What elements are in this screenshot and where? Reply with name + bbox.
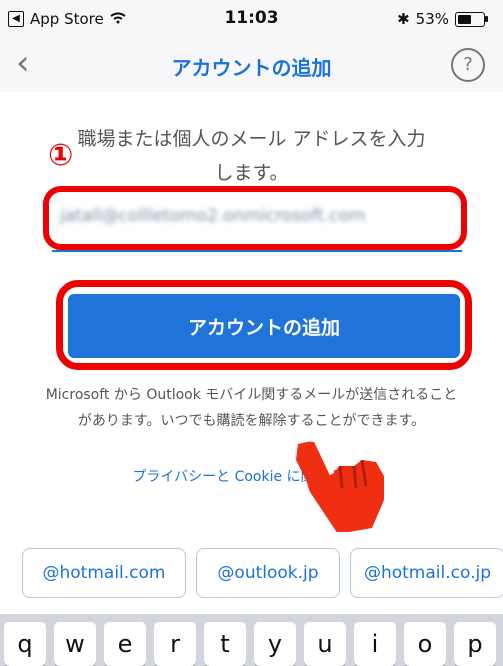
- email-instruction: 職場または個人のメール アドレスを入力 します。: [0, 122, 503, 190]
- email-underline: [52, 250, 462, 252]
- email-notice: Microsoft から Outlook モバイル関するメールが送信されることが…: [45, 387, 458, 429]
- suggestion-hotmail-com[interactable]: @hotmail.com: [22, 548, 186, 598]
- battery-fill: [458, 14, 471, 24]
- suggestion-hotmail-co-jp[interactable]: @hotmail.co.jp: [350, 548, 503, 598]
- pointing-hand-icon: [296, 435, 384, 534]
- email-domain-suggestions: @hotmail.com @outlook.jp @hotmail.co.jp: [0, 532, 503, 614]
- battery-icon: [455, 11, 488, 27]
- key-r[interactable]: r: [154, 622, 196, 666]
- key-e[interactable]: e: [104, 622, 146, 666]
- key-q[interactable]: q: [4, 622, 46, 666]
- privacy-cookie-link[interactable]: プライバシーと Cookie に関する声明: [0, 466, 503, 486]
- key-o[interactable]: o: [404, 622, 446, 666]
- keyboard: q w e r t y u i o p: [0, 614, 503, 666]
- suggestion-outlook-jp[interactable]: @outlook.jp: [196, 548, 340, 598]
- navigation-bar: ‹ アカウントの追加 ?: [0, 36, 503, 93]
- key-t[interactable]: t: [204, 622, 246, 666]
- add-account-form: 職場または個人のメール アドレスを入力 します。 ① jatall@collle…: [0, 92, 503, 534]
- bluetooth-icon: ✱: [397, 10, 410, 28]
- step-number-badge: ①: [48, 138, 74, 173]
- status-bar: ◀ App Store 11:03 ✱ 53%: [0, 0, 503, 36]
- key-w[interactable]: w: [54, 622, 96, 666]
- key-i[interactable]: i: [354, 622, 396, 666]
- battery-percent: 53%: [415, 10, 449, 28]
- key-y[interactable]: y: [254, 622, 296, 666]
- help-button[interactable]: ?: [451, 48, 485, 82]
- button-highlight-frame: [56, 280, 472, 370]
- status-right: ✱ 53%: [397, 10, 488, 28]
- instruction-line-1: 職場または個人のメール アドレスを入力: [77, 128, 426, 150]
- key-p[interactable]: p: [454, 622, 496, 666]
- instruction-line-2: します。: [214, 162, 289, 184]
- key-u[interactable]: u: [304, 622, 346, 666]
- email-highlight-frame: [43, 186, 467, 250]
- page-title: アカウントの追加: [171, 56, 332, 80]
